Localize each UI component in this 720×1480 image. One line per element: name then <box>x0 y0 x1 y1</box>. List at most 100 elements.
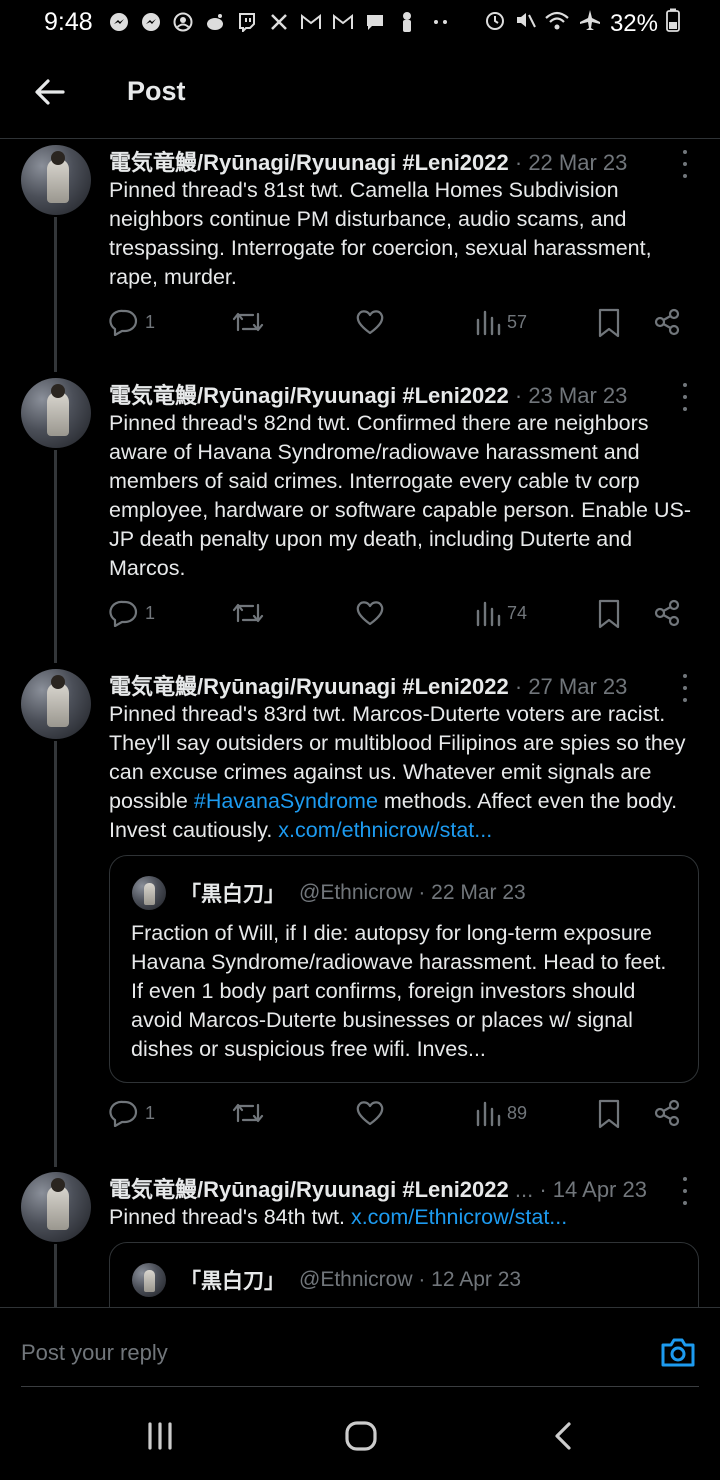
author-name[interactable]: 電気竜鰻/Ryūnagi/Ryuunagi #Leni2022 <box>109 150 509 175</box>
post-header: 電気竜鰻/Ryūnagi/Ryuunagi #Leni2022 · 27 Mar… <box>109 669 627 701</box>
views-button[interactable]: 57 <box>475 308 527 336</box>
recents-icon <box>148 1422 172 1450</box>
author-name[interactable]: 電気竜鰻/Ryūnagi/Ryuunagi #Leni2022 <box>109 674 509 699</box>
like-button[interactable] <box>355 1099 385 1127</box>
share-button[interactable] <box>653 308 681 336</box>
reply-icon <box>109 1100 138 1127</box>
more-options-button[interactable] <box>678 148 692 178</box>
account-icon <box>172 11 194 33</box>
repost-button[interactable] <box>231 308 265 336</box>
quoted-avatar <box>132 876 166 910</box>
airplane-icon <box>578 8 602 39</box>
quoted-post[interactable]: 「黒白刀」 @Ethnicrow · 12 Apr 23 <box>109 1242 699 1307</box>
thread-feed[interactable]: 電気竜鰻/Ryūnagi/Ryuunagi #Leni2022 · 22 Mar… <box>0 139 720 1307</box>
quoted-post-header: 「黒白刀」 @Ethnicrow · 12 Apr 23 <box>132 1263 521 1297</box>
action-bar: 1 74 <box>109 599 689 633</box>
system-icons: 32% <box>484 8 680 39</box>
action-bar: 1 89 <box>109 1099 689 1133</box>
url-link[interactable]: x.com/Ethnicrow/stat... <box>351 1205 567 1229</box>
views-button[interactable]: 89 <box>475 1099 527 1127</box>
repost-button[interactable] <box>231 1099 265 1127</box>
avatar[interactable] <box>21 378 91 448</box>
divider <box>21 1386 699 1387</box>
bookmark-icon <box>598 599 620 629</box>
quoted-author-name: 「黒白刀」 <box>180 883 285 906</box>
reddit-icon <box>204 11 226 33</box>
post-header: 電気竜鰻/Ryūnagi/Ryuunagi #Leni2022 · 23 Mar… <box>109 378 627 410</box>
quoted-handle-date: @Ethnicrow · 22 Mar 23 <box>299 881 526 904</box>
views-chart-icon <box>476 1101 501 1127</box>
more-options-button[interactable] <box>678 672 692 702</box>
back-button[interactable] <box>30 72 70 112</box>
messenger-icon <box>108 11 130 33</box>
system-nav-bar <box>0 1388 720 1480</box>
share-icon <box>654 1099 680 1127</box>
view-count: 89 <box>507 1102 528 1123</box>
quoted-post[interactable]: 「黒白刀」 @Ethnicrow · 22 Mar 23 Fraction of… <box>109 855 699 1083</box>
repost-button[interactable] <box>231 599 265 627</box>
author-name[interactable]: 電気竜鰻/Ryūnagi/Ryuunagi #Leni2022 <box>109 383 509 408</box>
author-name[interactable]: 電気竜鰻/Ryūnagi/Ryuunagi #Leni2022 <box>109 1177 509 1202</box>
figure-icon <box>396 11 418 33</box>
nav-back-button[interactable] <box>546 1420 586 1452</box>
share-button[interactable] <box>653 1099 681 1127</box>
wifi-icon <box>544 9 570 38</box>
reply-button[interactable]: 1 <box>109 1099 155 1127</box>
share-icon <box>654 599 680 627</box>
views-button[interactable]: 74 <box>475 599 527 627</box>
home-button[interactable] <box>342 1420 382 1452</box>
share-button[interactable] <box>653 599 681 627</box>
repost-icon <box>232 1103 264 1123</box>
view-count: 57 <box>507 311 528 332</box>
url-link[interactable]: x.com/ethnicrow/stat... <box>278 818 492 842</box>
battery-percent: 32% <box>609 9 658 37</box>
post-date: · 22 Mar 23 <box>514 150 628 175</box>
status-bar: 9:48 32% <box>0 0 720 46</box>
gmail-icon <box>332 11 354 33</box>
reply-button[interactable]: 1 <box>109 599 155 627</box>
bookmark-button[interactable] <box>597 1099 621 1129</box>
page-title: Post <box>127 76 186 106</box>
avatar[interactable] <box>21 669 91 739</box>
battery-icon <box>666 8 680 39</box>
post-text: Pinned thread's 81st twt. Camella Homes … <box>109 178 652 289</box>
heart-icon <box>356 310 384 335</box>
messenger-icon <box>140 11 162 33</box>
post-text: Pinned thread's 84th twt. x.com/Ethnicro… <box>109 1203 704 1232</box>
thread-line <box>54 741 57 1167</box>
avatar[interactable] <box>21 1172 91 1242</box>
avatar[interactable] <box>21 145 91 215</box>
chat-icon <box>364 11 386 33</box>
reply-count: 1 <box>145 1102 156 1123</box>
hashtag-link[interactable]: #HavanaSyndrome <box>194 789 378 813</box>
bookmark-icon <box>598 308 620 338</box>
top-app-bar: Post <box>0 46 720 139</box>
mute-icon <box>514 9 536 38</box>
x-icon <box>268 11 290 33</box>
recents-button[interactable] <box>142 1420 182 1452</box>
camera-icon <box>661 1338 695 1367</box>
heart-icon <box>356 1101 384 1126</box>
like-button[interactable] <box>355 308 385 336</box>
heart-icon <box>356 601 384 626</box>
bookmark-button[interactable] <box>597 308 621 338</box>
more-options-button[interactable] <box>678 381 692 411</box>
post-date: · 27 Mar 23 <box>514 674 628 699</box>
post-date: · 23 Mar 23 <box>514 383 628 408</box>
post-text: Pinned thread's 83rd twt. Marcos-Duterte… <box>109 700 704 845</box>
post-date: · 14 Apr 23 <box>539 1177 647 1202</box>
reply-button[interactable]: 1 <box>109 308 155 336</box>
post-header: 電気竜鰻/Ryūnagi/Ryuunagi #Leni2022 ... · 14… <box>109 1172 647 1204</box>
reply-input[interactable]: Post your reply <box>21 1340 168 1366</box>
bookmark-button[interactable] <box>597 599 621 629</box>
reply-composer: Post your reply <box>0 1307 720 1388</box>
like-button[interactable] <box>355 599 385 627</box>
repost-icon <box>232 312 264 332</box>
more-options-button[interactable] <box>678 1175 692 1205</box>
view-count: 74 <box>507 602 528 623</box>
thread-line <box>54 217 57 372</box>
quoted-author-name: 「黒白刀」 <box>180 1270 285 1293</box>
camera-button[interactable] <box>660 1336 696 1370</box>
status-time: 9:48 <box>44 8 93 36</box>
thread-line <box>54 450 57 663</box>
